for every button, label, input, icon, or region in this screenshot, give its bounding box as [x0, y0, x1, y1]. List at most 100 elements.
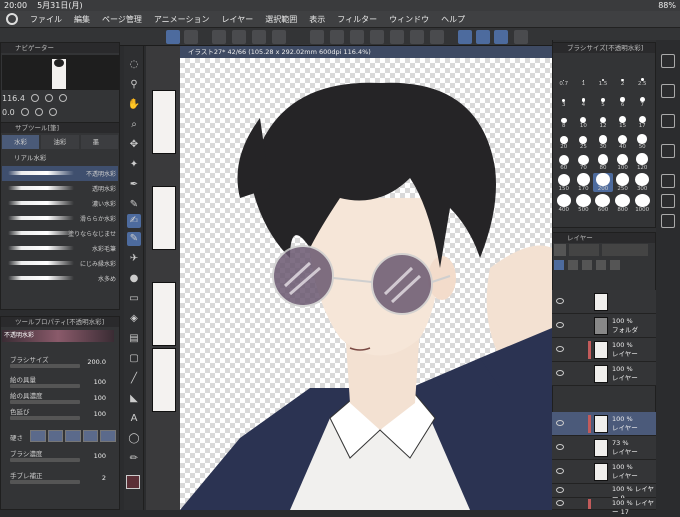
page-thumbnail[interactable]: [152, 282, 176, 346]
eye-icon[interactable]: [556, 420, 564, 426]
menu-file[interactable]: ファイル: [30, 14, 62, 25]
clear-icon[interactable]: [350, 30, 364, 44]
menu-animation[interactable]: アニメーション: [154, 14, 210, 25]
prop-color-stretch[interactable]: 色延び 100: [2, 406, 118, 424]
crop-icon[interactable]: [430, 30, 444, 44]
eyedropper-icon[interactable]: ⚲: [127, 78, 141, 92]
brush-size-option[interactable]: 20: [554, 131, 574, 150]
brush-size-option[interactable]: 500: [574, 194, 594, 213]
material-icon[interactable]: [661, 144, 675, 158]
watercolor-brush-icon[interactable]: ✎: [127, 232, 141, 246]
brush-item[interactable]: 水多め: [2, 271, 118, 286]
brush-size-option[interactable]: 1000: [632, 194, 652, 213]
move-icon[interactable]: ✥: [127, 138, 141, 152]
hand-icon[interactable]: ✋: [127, 98, 141, 112]
layer-row[interactable]: [552, 290, 656, 314]
text-icon[interactable]: A: [127, 412, 141, 426]
brush-size-option[interactable]: 1.5: [593, 68, 613, 87]
layer-row[interactable]: 100 % レイヤー: [552, 362, 656, 386]
eraser-icon[interactable]: ▭: [127, 292, 141, 306]
angle-value[interactable]: 0.0: [2, 108, 15, 117]
layer-row[interactable]: 73 % レイヤー: [552, 436, 656, 460]
brush-size-option[interactable]: 4: [574, 89, 594, 108]
page-thumbnail[interactable]: [152, 186, 176, 250]
correct-line-icon[interactable]: ✏: [127, 452, 141, 466]
rotate-left-icon[interactable]: [20, 108, 29, 116]
fill-bucket-icon[interactable]: ◈: [127, 312, 141, 326]
eye-icon[interactable]: [556, 322, 564, 328]
ruler-snap-icon[interactable]: [458, 30, 472, 44]
eye-icon[interactable]: [556, 444, 564, 450]
layer-row[interactable]: 100 % レイヤー 17: [552, 498, 656, 516]
special-ruler-snap-icon[interactable]: [476, 30, 490, 44]
lasso-icon[interactable]: ◌: [127, 58, 141, 72]
page-thumbnail[interactable]: [152, 348, 176, 412]
tab-ink[interactable]: 墨: [80, 135, 118, 149]
lock-icon[interactable]: [582, 260, 592, 270]
blend-mode-select[interactable]: [569, 244, 599, 256]
brush-size-option[interactable]: 2.5: [632, 68, 652, 87]
layer-row-selected[interactable]: 100 % レイヤー: [552, 412, 656, 436]
balloon-icon[interactable]: ◯: [127, 432, 141, 446]
settings-icon[interactable]: [514, 30, 528, 44]
prop-stabilization[interactable]: 手ブレ補正 2: [2, 470, 118, 488]
brush-size-option[interactable]: 12: [593, 110, 613, 129]
command-export-icon[interactable]: [272, 30, 286, 44]
zoom-out-icon[interactable]: [30, 94, 39, 102]
brush-size-option[interactable]: 250: [613, 173, 633, 192]
command-icon[interactable]: [184, 30, 198, 44]
menu-window[interactable]: ウィンドウ: [389, 14, 429, 25]
brush-size-option[interactable]: 15: [613, 110, 633, 129]
tab-watercolor[interactable]: 水彩: [2, 135, 40, 149]
brush-size-option[interactable]: 2: [613, 68, 633, 87]
brush-item[interactable]: 不透明水彩: [2, 166, 118, 181]
menu-selection[interactable]: 選択範囲: [265, 14, 297, 25]
layer-row[interactable]: 100 % レイヤー: [552, 460, 656, 484]
brush-size-option[interactable]: 6: [613, 89, 633, 108]
zoom-icon[interactable]: ⌕: [127, 118, 141, 132]
transform-icon[interactable]: [390, 30, 404, 44]
eye-icon[interactable]: [556, 370, 564, 376]
color-wheel-icon[interactable]: [661, 54, 675, 68]
main-color-swatch[interactable]: [126, 475, 140, 489]
document-tab[interactable]: イラスト27* 42/66 (105.28 x 292.02mm 600dpi …: [180, 46, 552, 58]
brush-size-option[interactable]: 30: [593, 131, 613, 150]
menu-page[interactable]: ページ管理: [102, 14, 142, 25]
prop-brush-density[interactable]: ブラシ濃度 100: [2, 448, 118, 466]
brush-size-option[interactable]: 10: [574, 110, 594, 129]
magic-wand-icon[interactable]: ✦: [127, 158, 141, 172]
menu-layer[interactable]: レイヤー: [222, 14, 254, 25]
layer-row[interactable]: 100 % フォルダ: [552, 314, 656, 338]
figure-icon[interactable]: ▢: [127, 352, 141, 366]
zoom-in-icon[interactable]: [44, 94, 53, 102]
command-new-icon[interactable]: [212, 30, 226, 44]
mask-icon[interactable]: [596, 260, 606, 270]
blend-mode-icon[interactable]: [554, 244, 566, 256]
gradient-icon[interactable]: ▤: [127, 332, 141, 346]
brush-size-option[interactable]: 50: [632, 131, 652, 150]
hardness-selector[interactable]: [30, 430, 116, 442]
reference-icon[interactable]: [568, 260, 578, 270]
flip-icon[interactable]: [48, 108, 57, 116]
brush-size-option[interactable]: 150: [554, 173, 574, 192]
eye-icon[interactable]: [556, 500, 564, 506]
fit-icon[interactable]: [58, 94, 67, 102]
brush-size-option[interactable]: 7: [632, 89, 652, 108]
layer-row[interactable]: 100 % レイヤー 9: [552, 484, 656, 502]
ruler-icon[interactable]: ◣: [127, 392, 141, 406]
brush-size-palette-icon[interactable]: [661, 174, 675, 188]
subview-icon[interactable]: [661, 194, 675, 208]
brush-size-option[interactable]: 25: [574, 131, 594, 150]
redo-icon[interactable]: [330, 30, 344, 44]
menu-filter[interactable]: フィルター: [337, 14, 377, 25]
new-layer-icon[interactable]: [610, 260, 620, 270]
brush-size-option[interactable]: 5: [593, 89, 613, 108]
brush-size-option[interactable]: 400: [554, 194, 574, 213]
brush-size-option[interactable]: 120: [632, 152, 652, 171]
eye-icon[interactable]: [556, 487, 564, 493]
fill-icon[interactable]: [370, 30, 384, 44]
command-open-icon[interactable]: [232, 30, 246, 44]
page-thumbnail[interactable]: [152, 90, 176, 154]
layer-row[interactable]: 100 % レイヤー: [552, 338, 656, 362]
brush-size-option[interactable]: 60: [554, 152, 574, 171]
